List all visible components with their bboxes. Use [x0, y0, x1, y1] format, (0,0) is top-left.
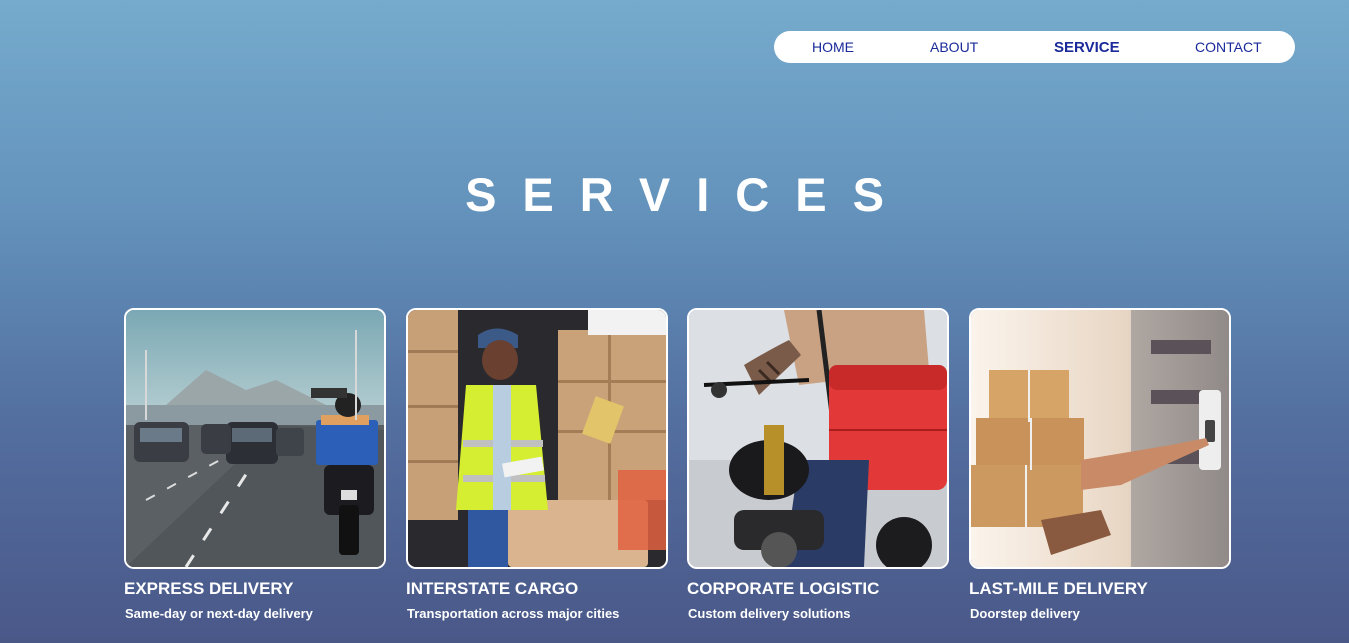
delivery-rider-image	[687, 308, 949, 569]
top-nav: HOME ABOUT SERVICE CONTACT	[774, 31, 1295, 63]
nav-about-link[interactable]: ABOUT	[930, 31, 978, 63]
service-title: INTERSTATE CARGO	[406, 579, 579, 598]
service-card-express[interactable]: EXPRESS DELIVERY Same-day or next-day de…	[124, 308, 386, 621]
page-title: SERVICES	[465, 168, 910, 222]
service-card-corporate[interactable]: CORPORATE LOGISTIC Custom delivery solut…	[687, 308, 949, 621]
nav-home-link[interactable]: HOME	[812, 31, 854, 63]
service-subtitle: Custom delivery solutions	[688, 606, 851, 621]
service-title: EXPRESS DELIVERY	[124, 579, 294, 598]
service-subtitle: Same-day or next-day delivery	[125, 606, 313, 621]
cargo-worker-image	[406, 308, 668, 569]
service-card-cargo[interactable]: INTERSTATE CARGO Transportation across m…	[406, 308, 668, 621]
nav-contact-link[interactable]: CONTACT	[1195, 31, 1262, 63]
doorstep-parcels-image	[969, 308, 1231, 569]
service-subtitle: Doorstep delivery	[970, 606, 1080, 621]
service-title: CORPORATE LOGISTIC	[687, 579, 880, 598]
service-card-last-mile[interactable]: LAST-MILE DELIVERY Doorstep delivery	[969, 308, 1231, 621]
motorcycle-courier-image	[124, 308, 386, 569]
service-subtitle: Transportation across major cities	[407, 606, 620, 621]
nav-service-link[interactable]: SERVICE	[1054, 31, 1120, 63]
service-title: LAST-MILE DELIVERY	[969, 579, 1148, 598]
